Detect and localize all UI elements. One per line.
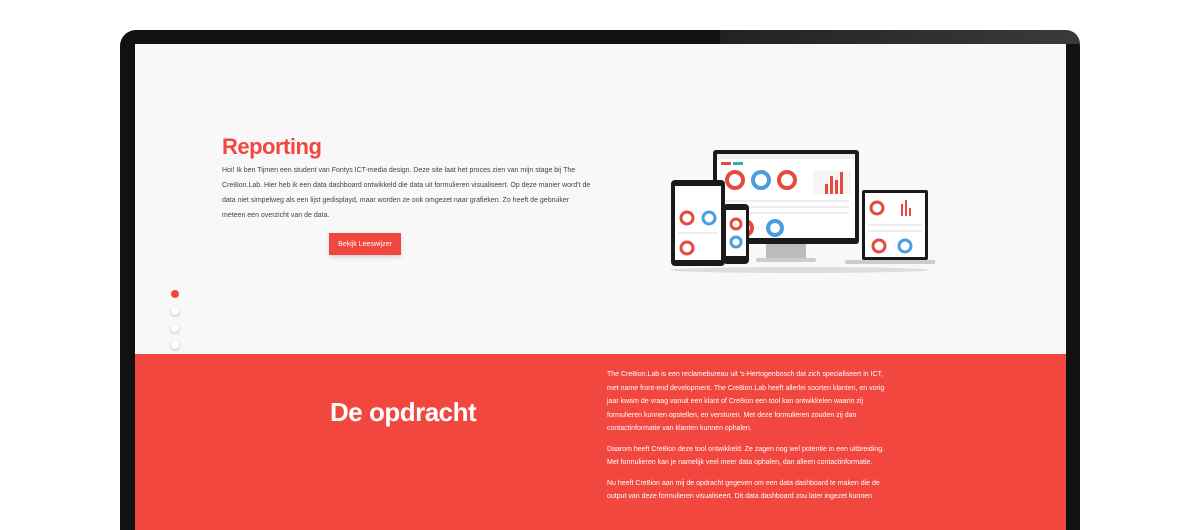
tablet-device: [671, 180, 725, 266]
assignment-heading: De opdracht: [330, 397, 477, 427]
device-shadow: [670, 267, 930, 273]
intro-text: Hoi! Ik ben Tijmen een student van Fonty…: [222, 167, 591, 219]
view-reading-guide-button[interactable]: Bekijk Leeswijzer: [329, 233, 401, 255]
assignment-paragraph: The Cre8ion.Lab is een reclamebureau uit…: [607, 371, 885, 432]
website-screen: Reporting Hoi! Ik ben Tijmen een student…: [135, 44, 1066, 530]
assignment-paragraph: Daarom heeft Cre8ion deze tool ontwikkel…: [607, 445, 885, 467]
assignment-body: The Cre8ion.Lab is een reclamebureau uit…: [607, 368, 892, 511]
monitor-frame: Reporting Hoi! Ik ben Tijmen een student…: [120, 30, 1080, 530]
pagination-dot-4[interactable]: [171, 341, 179, 349]
hero-section: Reporting Hoi! Ik ben Tijmen een student…: [135, 44, 1066, 366]
assignment-section: De opdracht The Cre8ion.Lab is een recla…: [135, 354, 1066, 530]
assignment-paragraph: Nu heeft Cre8ion aan mij de opdracht geg…: [607, 479, 880, 501]
devices-mockup-image: [670, 150, 935, 273]
phone-device: [723, 204, 749, 264]
page-title: Reporting: [222, 134, 322, 159]
pagination-dot-2[interactable]: [171, 307, 179, 315]
pagination-dot-3[interactable]: [171, 324, 179, 332]
pagination-dot-1[interactable]: [171, 290, 179, 298]
monitor-glare: [720, 30, 1080, 44]
